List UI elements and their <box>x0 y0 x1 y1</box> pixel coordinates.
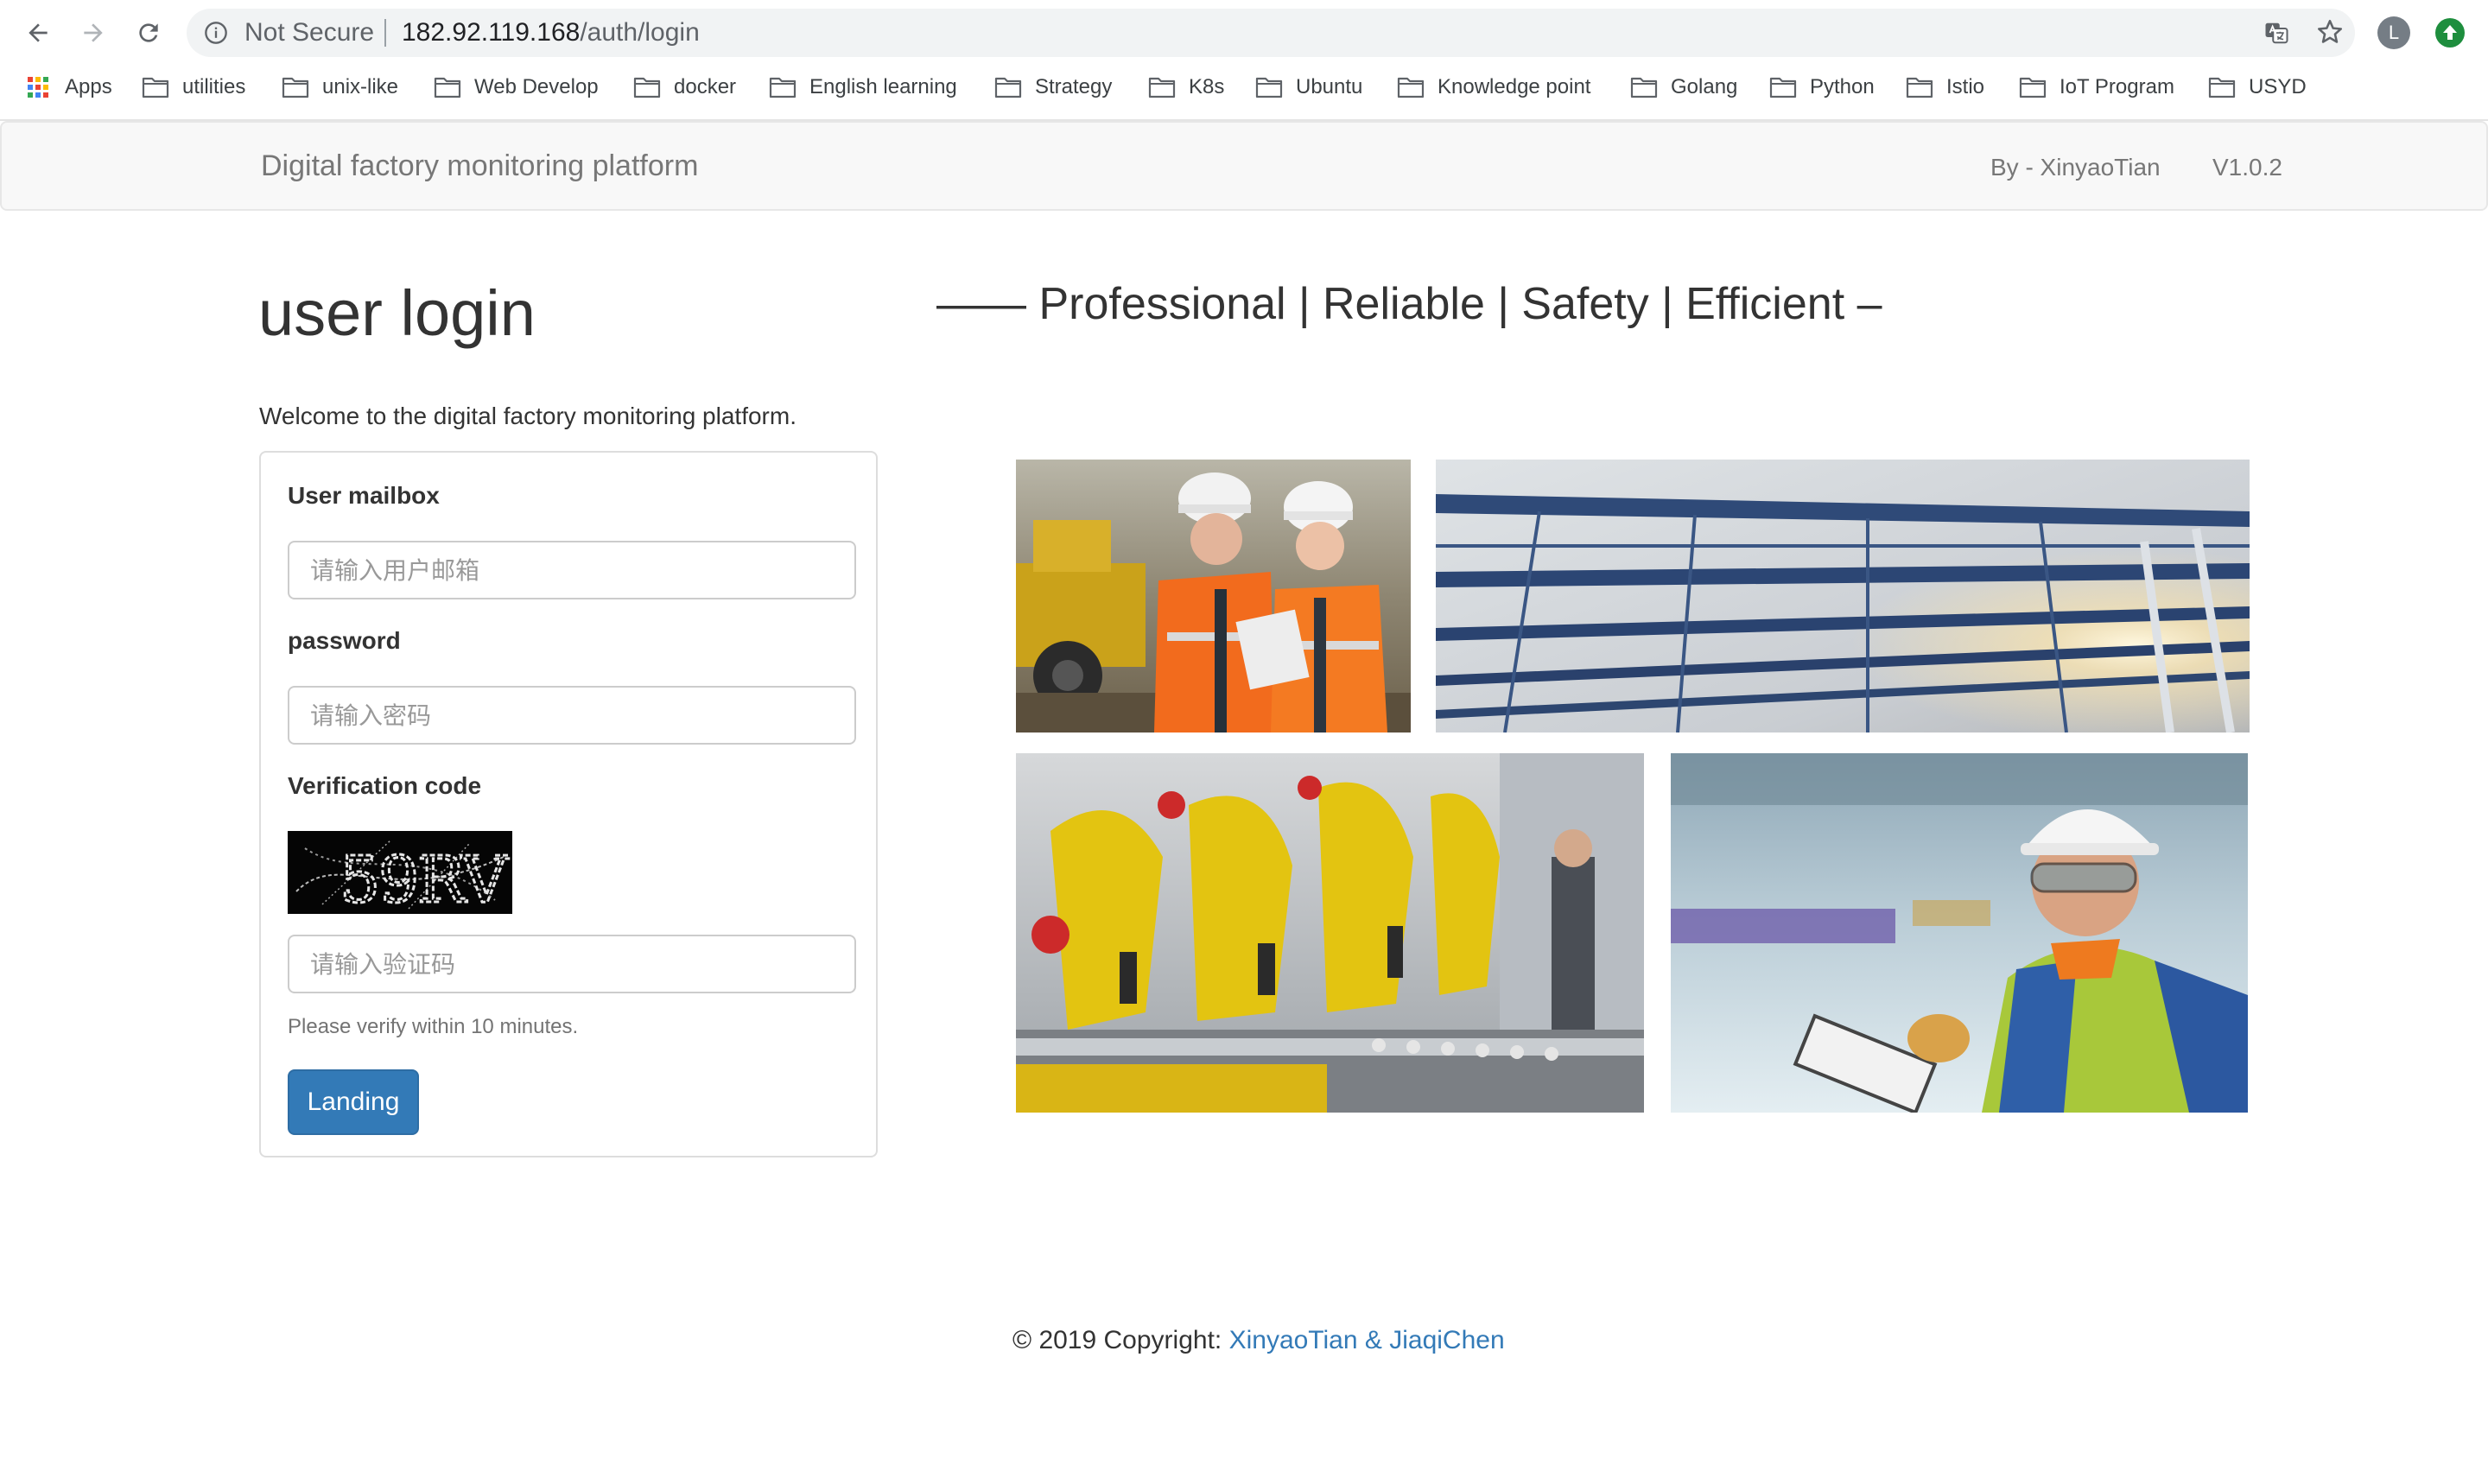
navbar-author[interactable]: By - XinyaoTian <box>1990 152 2161 183</box>
folder-icon <box>2019 77 2047 98</box>
engineers-with-tablet-photo <box>1016 460 1411 732</box>
steel-roof-structure-photo <box>1436 460 2250 732</box>
captcha-help-text: Please verify within 10 minutes. <box>288 1015 579 1038</box>
back-button[interactable] <box>17 12 59 54</box>
reload-button[interactable] <box>128 12 169 54</box>
bookmark-item[interactable]: English learning <box>769 67 957 107</box>
bookmark-item[interactable]: Golang <box>1630 67 1737 107</box>
bookmark-item[interactable]: Web Develop <box>434 67 599 107</box>
welcome-text: Welcome to the digital factory monitorin… <box>259 403 797 429</box>
folder-icon <box>1630 77 1658 98</box>
apps-grid-icon <box>28 77 48 98</box>
folder-icon <box>2208 77 2236 98</box>
info-icon[interactable] <box>204 21 228 45</box>
bookmark-label: docker <box>674 75 737 98</box>
url-host: 182.92.119.168 <box>402 18 581 47</box>
bookmark-label: utilities <box>182 75 246 98</box>
folder-icon <box>1397 77 1425 98</box>
bookmark-label: Ubuntu <box>1296 75 1363 98</box>
footer-copyright: © 2019 Copyright: XinyaoTian & JiaqiChen <box>1012 1323 1505 1358</box>
folder-icon <box>1769 77 1797 98</box>
bookmark-label: Web Develop <box>474 75 599 98</box>
copyright-text: © 2019 Copyright: <box>1012 1326 1229 1354</box>
bookmark-label: USYD <box>2249 75 2307 98</box>
bookmark-item[interactable]: USYD <box>2208 67 2307 107</box>
password-label: password <box>288 627 401 654</box>
login-form-panel: User mailbox password Verification code … <box>259 451 878 1157</box>
address-bar[interactable]: Not Secure 182.92.119.168/auth/login <box>187 9 2355 57</box>
bookmark-item[interactable]: Istio <box>1906 67 1984 107</box>
bookmark-label: Golang <box>1671 75 1738 98</box>
captcha-text: 59RV <box>340 843 509 914</box>
bookmark-label: unix-like <box>322 75 399 98</box>
bookmarks-bar: Apps utilities unix-like Web Develop docker E… <box>0 67 2488 107</box>
arrow-up-icon <box>2443 25 2457 40</box>
captcha-image[interactable]: 59RV <box>288 831 512 919</box>
captcha-label: Verification code <box>288 772 482 799</box>
bookmark-label: IoT Program <box>2060 75 2174 98</box>
yellow-robot-arms-photo <box>1016 753 1644 1113</box>
worker-with-clipboard-photo <box>1671 753 2248 1113</box>
folder-icon <box>633 77 661 98</box>
folder-icon <box>1148 77 1176 98</box>
url-text[interactable]: 182.92.119.168/auth/login <box>402 17 700 48</box>
page-title: user login <box>258 277 536 349</box>
folder-icon <box>769 77 797 98</box>
bookmark-star-icon[interactable] <box>2315 17 2345 47</box>
navbar-version[interactable]: V1.0.2 <box>2212 152 2282 183</box>
bookmark-item[interactable]: Strategy <box>994 67 1112 107</box>
omnibox-separator <box>384 19 386 47</box>
bookmark-item[interactable]: Apps <box>24 67 112 107</box>
forward-button[interactable] <box>73 12 114 54</box>
forward-arrow-icon <box>84 23 103 42</box>
bookmark-item[interactable]: Knowledge point <box>1397 67 1590 107</box>
folder-icon <box>994 77 1022 98</box>
folder-icon <box>1255 77 1283 98</box>
translate-icon[interactable] <box>2263 20 2289 46</box>
bookmark-label: K8s <box>1189 75 1225 98</box>
bookmark-item[interactable]: K8s <box>1148 67 1224 107</box>
bookmark-label: Knowledge point <box>1438 75 1591 98</box>
browser-chrome: Not Secure 182.92.119.168/auth/login L A… <box>0 0 2488 121</box>
profile-avatar[interactable]: L <box>2377 16 2410 49</box>
bookmark-label: Strategy <box>1035 75 1113 98</box>
bookmark-item[interactable]: unix-like <box>282 67 398 107</box>
back-arrow-icon <box>29 23 48 42</box>
bookmark-label: English learning <box>809 75 957 98</box>
password-field[interactable] <box>288 686 856 745</box>
folder-icon <box>282 77 309 98</box>
email-label: User mailbox <box>288 482 440 509</box>
bookmark-label: Python <box>1810 75 1875 98</box>
url-path: /auth/login <box>580 18 700 47</box>
folder-icon <box>1906 77 1933 98</box>
bookmark-item[interactable]: Ubuntu <box>1255 67 1362 107</box>
landing-submit-button[interactable]: Landing <box>288 1069 419 1135</box>
update-extension-icon[interactable] <box>2435 18 2465 48</box>
bookmark-item[interactable]: utilities <box>142 67 245 107</box>
email-field[interactable] <box>288 541 856 599</box>
folder-icon <box>142 77 169 98</box>
navbar-brand[interactable]: Digital factory monitoring platform <box>261 149 698 183</box>
bookmark-item[interactable]: Python <box>1769 67 1875 107</box>
bookmark-item[interactable]: docker <box>633 67 736 107</box>
bookmark-label: Istio <box>1946 75 1985 98</box>
bookmark-item[interactable]: IoT Program <box>2019 67 2174 107</box>
top-navbar: Digital factory monitoring platform By -… <box>0 121 2488 211</box>
slogan-heading: —— Professional | Reliable | Safety | Ef… <box>936 279 1882 329</box>
authors-link[interactable]: XinyaoTian & JiaqiChen <box>1229 1326 1505 1354</box>
bookmark-label: Apps <box>65 75 112 98</box>
security-label[interactable]: Not Secure <box>244 17 374 48</box>
captcha-field[interactable] <box>288 935 856 993</box>
folder-icon <box>434 77 461 98</box>
reload-icon <box>139 23 158 42</box>
